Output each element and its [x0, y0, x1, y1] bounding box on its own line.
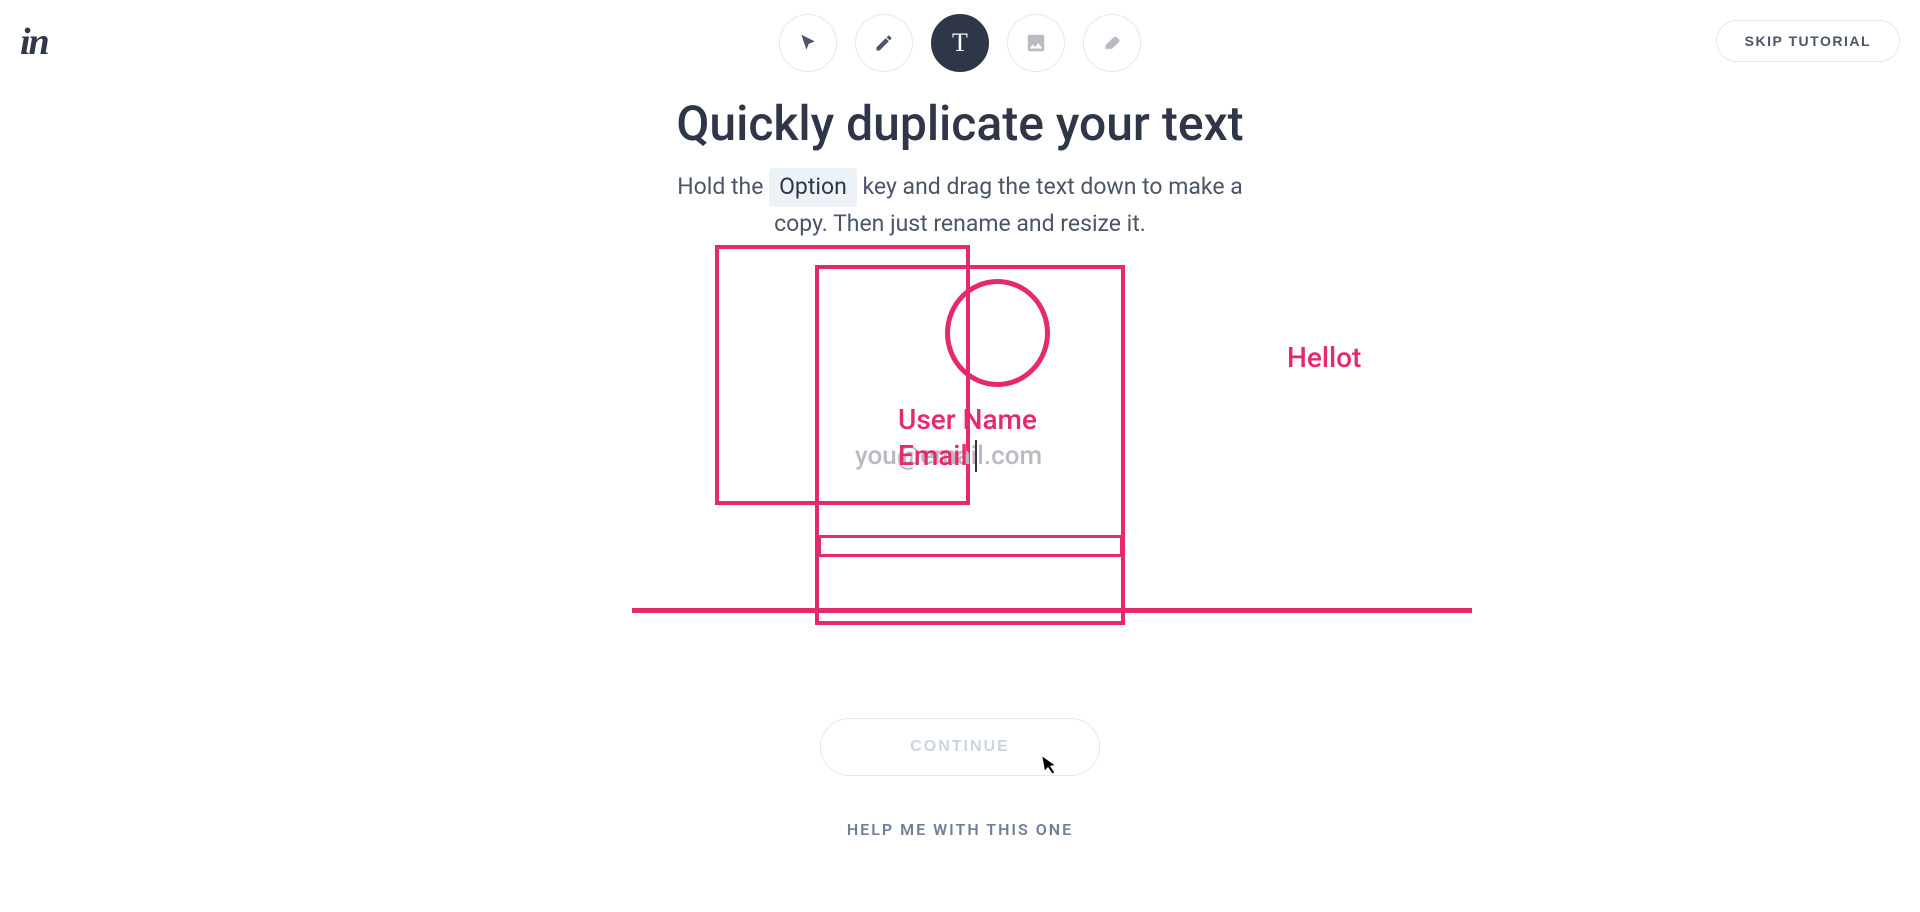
pencil-icon: [874, 33, 894, 53]
eraser-icon: [1102, 33, 1122, 53]
tutorial-heading: Quickly duplicate your text: [676, 95, 1243, 152]
pencil-tool-button[interactable]: [855, 14, 913, 72]
image-tool-button[interactable]: [1007, 14, 1065, 72]
eraser-tool-button[interactable]: [1083, 14, 1141, 72]
invision-logo: in: [20, 20, 48, 64]
pointer-icon: [798, 33, 818, 53]
canvas-circle[interactable]: [945, 279, 1050, 387]
instruction-pre: Hold the: [677, 173, 769, 200]
canvas-side-text[interactable]: Hellot: [1287, 341, 1361, 374]
text-tool-button[interactable]: T: [931, 14, 989, 72]
help-me-link[interactable]: HELP ME WITH THIS ONE: [847, 820, 1073, 839]
tool-toolbar: T: [779, 14, 1141, 72]
image-icon: [1025, 32, 1047, 54]
text-icon: T: [952, 28, 968, 58]
pointer-tool-button[interactable]: [779, 14, 837, 72]
drawing-canvas[interactable]: you@email.com User Name Email Hellot: [0, 245, 1920, 645]
skip-tutorial-button[interactable]: SKIP TUTORIAL: [1716, 20, 1900, 62]
text-editing-cursor: [975, 440, 977, 472]
tutorial-instruction: Hold the Option key and drag the text do…: [650, 168, 1270, 241]
canvas-rectangle-3[interactable]: [818, 535, 1123, 557]
canvas-username-text[interactable]: User Name: [898, 403, 1037, 436]
canvas-horizontal-line[interactable]: [632, 608, 1472, 613]
canvas-email-text[interactable]: Email: [898, 439, 968, 472]
option-key-badge: Option: [769, 168, 857, 207]
